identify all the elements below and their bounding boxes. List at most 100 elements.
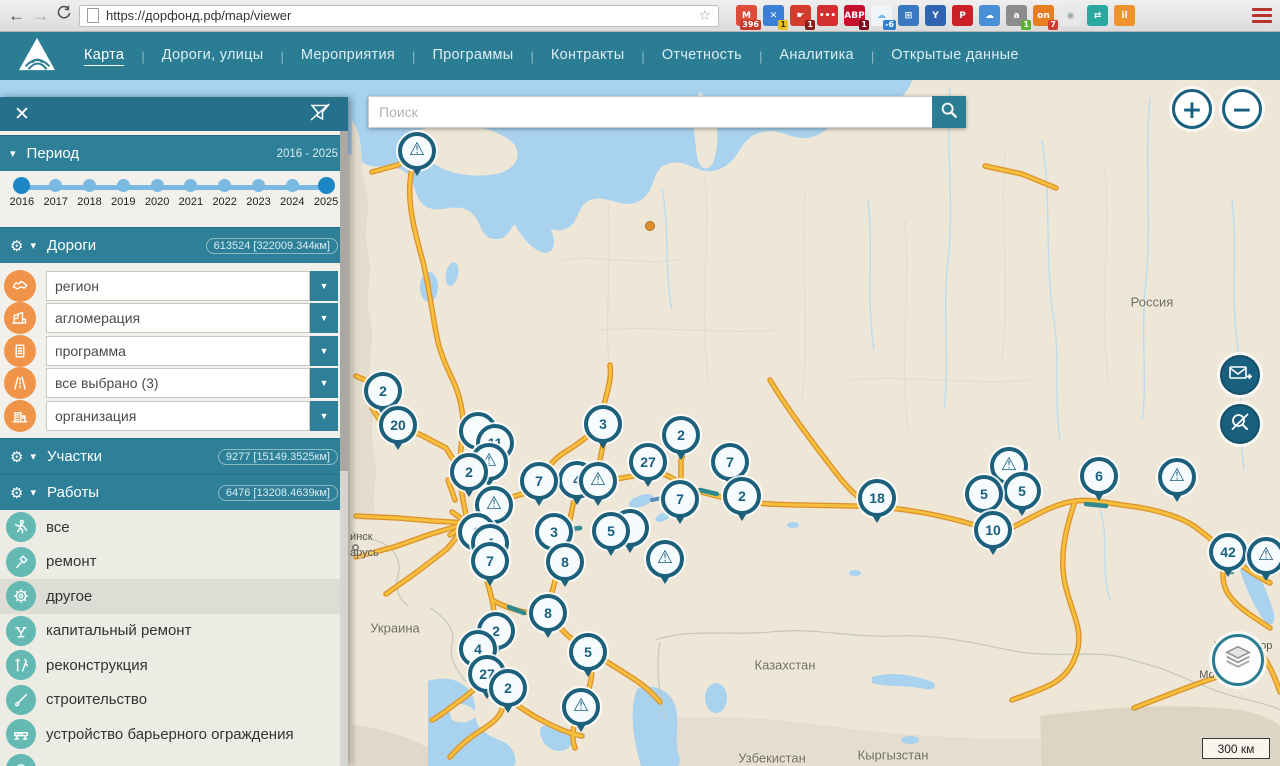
map-cluster-marker-27[interactable]: 5 — [569, 633, 607, 671]
adblock-plus-extension-icon[interactable]: ABP1 — [844, 5, 865, 26]
dropdown-button[interactable]: ▼ — [310, 401, 338, 431]
gmail-extension-icon[interactable]: M396 — [736, 5, 757, 26]
nav-item-8[interactable]: Открытые данные — [891, 47, 1018, 65]
map-cluster-marker-26[interactable]: 2 — [489, 669, 527, 707]
dots-extension-icon[interactable]: ••• — [817, 5, 838, 26]
map-cluster-marker-22[interactable]: 8 — [529, 594, 567, 632]
map-cluster-marker-20[interactable]: 8 — [546, 543, 584, 581]
year-tick-2024[interactable]: 2024 — [275, 177, 309, 227]
map-cluster-marker-8[interactable]: 3 — [584, 405, 622, 443]
map-cluster-marker-19[interactable]: 5 — [592, 512, 630, 550]
map-cluster-marker-9[interactable]: 27 — [629, 443, 667, 481]
map-cluster-marker-32[interactable]: 7 — [661, 480, 699, 518]
nav-item-6[interactable]: Отчетность — [662, 47, 742, 65]
slider-dot[interactable] — [13, 177, 30, 194]
map-cluster-marker-33[interactable]: 18 — [858, 479, 896, 517]
filter-off-icon[interactable] — [306, 100, 334, 129]
year-tick-2020[interactable]: 2020 — [140, 177, 174, 227]
sync-extension-icon[interactable]: ⇄ — [1087, 5, 1108, 26]
onenote-extension-icon[interactable]: on7 — [1033, 5, 1054, 26]
zoom-out-button[interactable]: − — [1222, 89, 1262, 129]
nav-item-2[interactable]: Дороги, улицы — [162, 47, 264, 65]
sidebar-scrollbar[interactable] — [340, 131, 348, 766]
reload-icon[interactable] — [56, 5, 72, 26]
sections-section-header[interactable]: ⚙ ▾ Участки 9277 [15149.3525км] — [0, 438, 348, 474]
filter-value[interactable]: программа — [46, 336, 310, 366]
slider-dot[interactable] — [286, 179, 299, 192]
year-tick-2023[interactable]: 2023 — [242, 177, 276, 227]
address-bar[interactable]: https://дорфонд.рф/map/viewer ☆ — [79, 5, 719, 27]
droplet-extension-icon[interactable]: ◉ — [1060, 5, 1081, 26]
map-warning-marker-41[interactable]: ⚠ — [1247, 537, 1280, 575]
dropdown-button[interactable]: ▼ — [310, 303, 338, 333]
nav-item-1[interactable]: Карта — [84, 47, 124, 66]
gear-icon[interactable]: ⚙ — [10, 448, 23, 466]
nav-item-7[interactable]: Аналитика — [779, 47, 853, 65]
roads-section-header[interactable]: ⚙ ▾ Дороги 613524 [322009.344км] — [0, 227, 348, 263]
search-input[interactable] — [368, 96, 932, 128]
slider-dot[interactable] — [184, 179, 197, 192]
map-cluster-marker-30[interactable]: 7 — [711, 443, 749, 481]
works-section-header[interactable]: ⚙ ▾ Работы 6476 [13208.4639км] — [0, 474, 348, 510]
year-tick-2019[interactable]: 2019 — [106, 177, 140, 227]
map-warning-marker-1[interactable]: ⚠ — [398, 132, 436, 170]
dropdown-button[interactable]: ▼ — [310, 368, 338, 398]
slider-dot[interactable] — [218, 179, 231, 192]
map-cluster-marker-3[interactable]: 20 — [379, 406, 417, 444]
filter-value[interactable]: агломерация — [46, 303, 310, 333]
map-cluster-marker-7[interactable]: 2 — [450, 453, 488, 491]
stop-hand-extension-icon[interactable]: ☛1 — [790, 5, 811, 26]
feedback-mail-button[interactable] — [1220, 355, 1260, 395]
nav-item-4[interactable]: Программы — [432, 47, 513, 65]
back-icon[interactable]: ← — [8, 7, 25, 24]
map-cluster-marker-16[interactable]: 7 — [471, 542, 509, 580]
gear-icon[interactable]: ⚙ — [10, 237, 23, 255]
slider-dot[interactable] — [117, 179, 130, 192]
work-type-item-5[interactable]: реконструкция — [0, 648, 348, 683]
scrollbar-thumb[interactable] — [340, 131, 348, 471]
map-cluster-marker-29[interactable]: 2 — [662, 416, 700, 454]
work-type-item-8[interactable] — [0, 752, 348, 766]
period-slider[interactable]: 2016201720182019202020212022202320242025 — [0, 171, 348, 227]
work-type-item-6[interactable]: строительство — [0, 683, 348, 718]
yandex-bookmarks-extension-icon[interactable]: Y — [925, 5, 946, 26]
work-type-item-4[interactable]: капитальный ремонт — [0, 614, 348, 649]
search-button[interactable] — [932, 96, 966, 128]
map-warning-marker-39[interactable]: ⚠ — [1158, 458, 1196, 496]
map-cluster-marker-37[interactable]: 10 — [974, 511, 1012, 549]
dropdown-button[interactable]: ▼ — [310, 336, 338, 366]
year-tick-2018[interactable]: 2018 — [73, 177, 107, 227]
filter-value[interactable]: все выбрано (3) — [46, 368, 310, 398]
map-cluster-marker-36[interactable]: 5 — [1003, 472, 1041, 510]
clear-search-button[interactable] — [1220, 404, 1260, 444]
year-tick-2022[interactable]: 2022 — [208, 177, 242, 227]
nav-item-3[interactable]: Мероприятия — [301, 47, 395, 65]
xmarks-extension-icon[interactable]: ✕1 — [763, 5, 784, 26]
slider-dot[interactable] — [151, 179, 164, 192]
layers-button[interactable] — [1212, 634, 1264, 686]
year-tick-2016[interactable]: 2016 — [5, 177, 39, 227]
map-cluster-marker-2[interactable]: 2 — [364, 372, 402, 410]
slider-dot[interactable] — [252, 179, 265, 192]
filter-value[interactable]: регион — [46, 271, 310, 301]
map-cluster-marker-31[interactable]: 2 — [723, 477, 761, 515]
il-extension-icon[interactable]: il — [1114, 5, 1135, 26]
map-warning-marker-21[interactable]: ⚠ — [646, 540, 684, 578]
map-cluster-marker-34[interactable]: 5 — [965, 475, 1003, 513]
map-warning-marker-28[interactable]: ⚠ — [562, 688, 600, 726]
bookmark-star-icon[interactable]: ☆ — [698, 8, 711, 24]
work-type-item-7[interactable]: устройство барьерного ограждения — [0, 717, 348, 752]
period-section-header[interactable]: ▾ Период 2016 - 2025 — [0, 135, 348, 171]
globe-grid-extension-icon[interactable]: ⊞ — [898, 5, 919, 26]
weather-cloud-extension-icon[interactable]: ☁-6 — [871, 5, 892, 26]
slider-dot[interactable] — [49, 179, 62, 192]
filter-value[interactable]: организация — [46, 401, 310, 431]
zoom-in-button[interactable]: + — [1172, 89, 1212, 129]
work-type-item-2[interactable]: ремонт — [0, 545, 348, 580]
close-icon[interactable]: ✕ — [14, 103, 30, 125]
slider-dot[interactable] — [83, 179, 96, 192]
year-tick-2025[interactable]: 2025 — [309, 177, 343, 227]
map-warning-marker-12[interactable]: ⚠ — [579, 462, 617, 500]
forward-icon[interactable]: → — [32, 7, 49, 24]
slider-dot[interactable] — [318, 177, 335, 194]
